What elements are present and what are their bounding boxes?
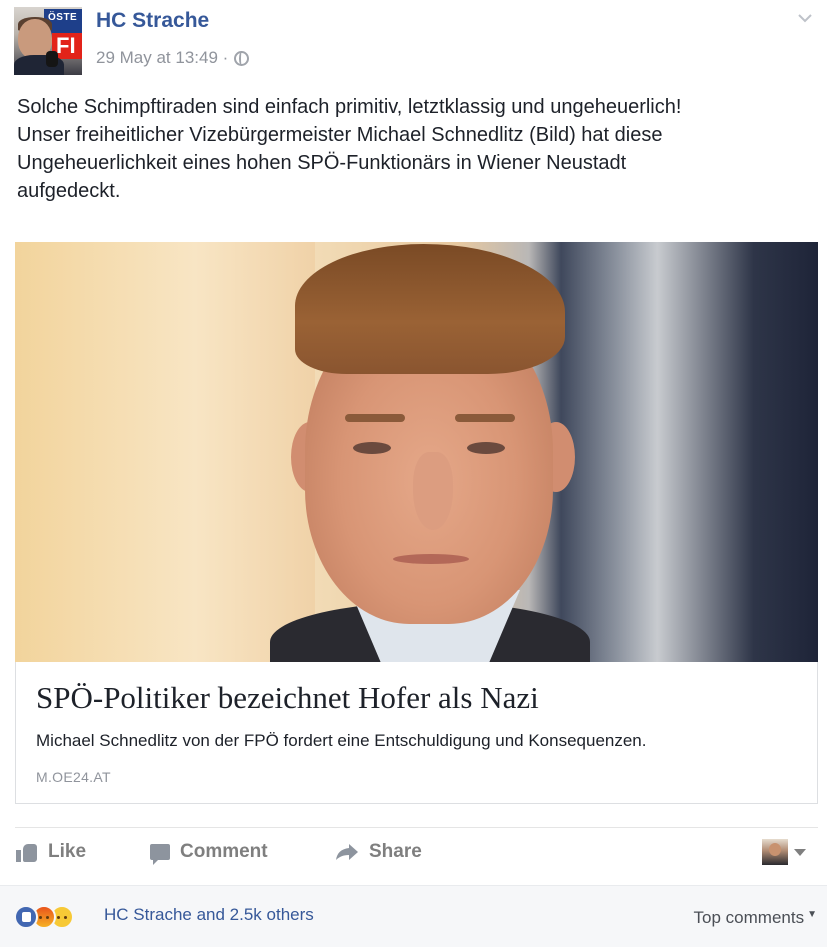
post-text-line: Solche Schimpftiraden sind einfach primi… <box>17 96 682 118</box>
comment-icon <box>150 844 170 865</box>
like-label: Like <box>48 841 87 862</box>
actions-divider <box>15 827 818 828</box>
photo-mouth <box>393 554 469 564</box>
reactions-summary[interactable]: HC Strache and 2.5k others <box>104 905 314 925</box>
chevron-down-icon[interactable] <box>797 11 813 27</box>
comment-button[interactable]: Comment <box>150 841 268 865</box>
post-as-selector[interactable] <box>762 839 806 865</box>
author-avatar[interactable]: ÖSTE FI <box>14 7 82 75</box>
microphone-icon <box>46 51 58 67</box>
comment-sort-label: Top comments <box>693 908 805 927</box>
author-name[interactable]: HC Strache <box>96 9 209 33</box>
share-label: Share <box>369 841 422 862</box>
comment-sort-dropdown[interactable]: Top comments ▼ <box>694 908 817 928</box>
link-title[interactable]: SPÖ-Politiker bezeichnet Hofer als Nazi <box>36 680 539 716</box>
photo-brow <box>345 414 405 422</box>
photo-nose <box>413 452 453 530</box>
post-text-line: Unser freiheitlicher Vizebürgermeister M… <box>17 124 663 146</box>
post-text-line: Ungeheuerlichkeit eines hohen SPÖ-Funkti… <box>17 152 627 174</box>
profile-avatar <box>762 839 788 865</box>
comment-label: Comment <box>180 841 268 862</box>
reactions-bar: HC Strache and 2.5k others Top comments … <box>0 885 827 947</box>
photo-background <box>15 242 315 662</box>
photo-eye <box>467 442 505 454</box>
post-timestamp[interactable]: 29 May at 13:49 · <box>96 48 228 68</box>
like-button[interactable]: Like <box>16 841 86 863</box>
photo-hair <box>295 244 565 374</box>
globe-icon <box>234 50 250 66</box>
reaction-icons[interactable] <box>14 905 74 929</box>
post-meta: 29 May at 13:49 · <box>96 48 250 68</box>
link-description: Michael Schnedlitz von der FPÖ fordert e… <box>36 731 647 750</box>
photo-eye <box>353 442 391 454</box>
like-icon <box>14 905 38 929</box>
post-text: Solche Schimpftiraden sind einfach primi… <box>17 93 817 205</box>
caret-down-icon: ▼ <box>807 908 817 920</box>
thumbs-up-icon <box>16 842 38 862</box>
link-domain: M.OE24.AT <box>36 769 111 785</box>
share-button[interactable]: Share <box>335 841 422 863</box>
post-text-line: aufgedeckt. <box>17 180 121 202</box>
link-preview-image[interactable] <box>15 242 818 662</box>
facebook-post: ÖSTE FI HC Strache 29 May at 13:49 · Sol… <box>0 0 827 947</box>
share-arrow-icon <box>335 843 359 861</box>
photo-brow <box>455 414 515 422</box>
caret-down-icon <box>794 848 806 856</box>
